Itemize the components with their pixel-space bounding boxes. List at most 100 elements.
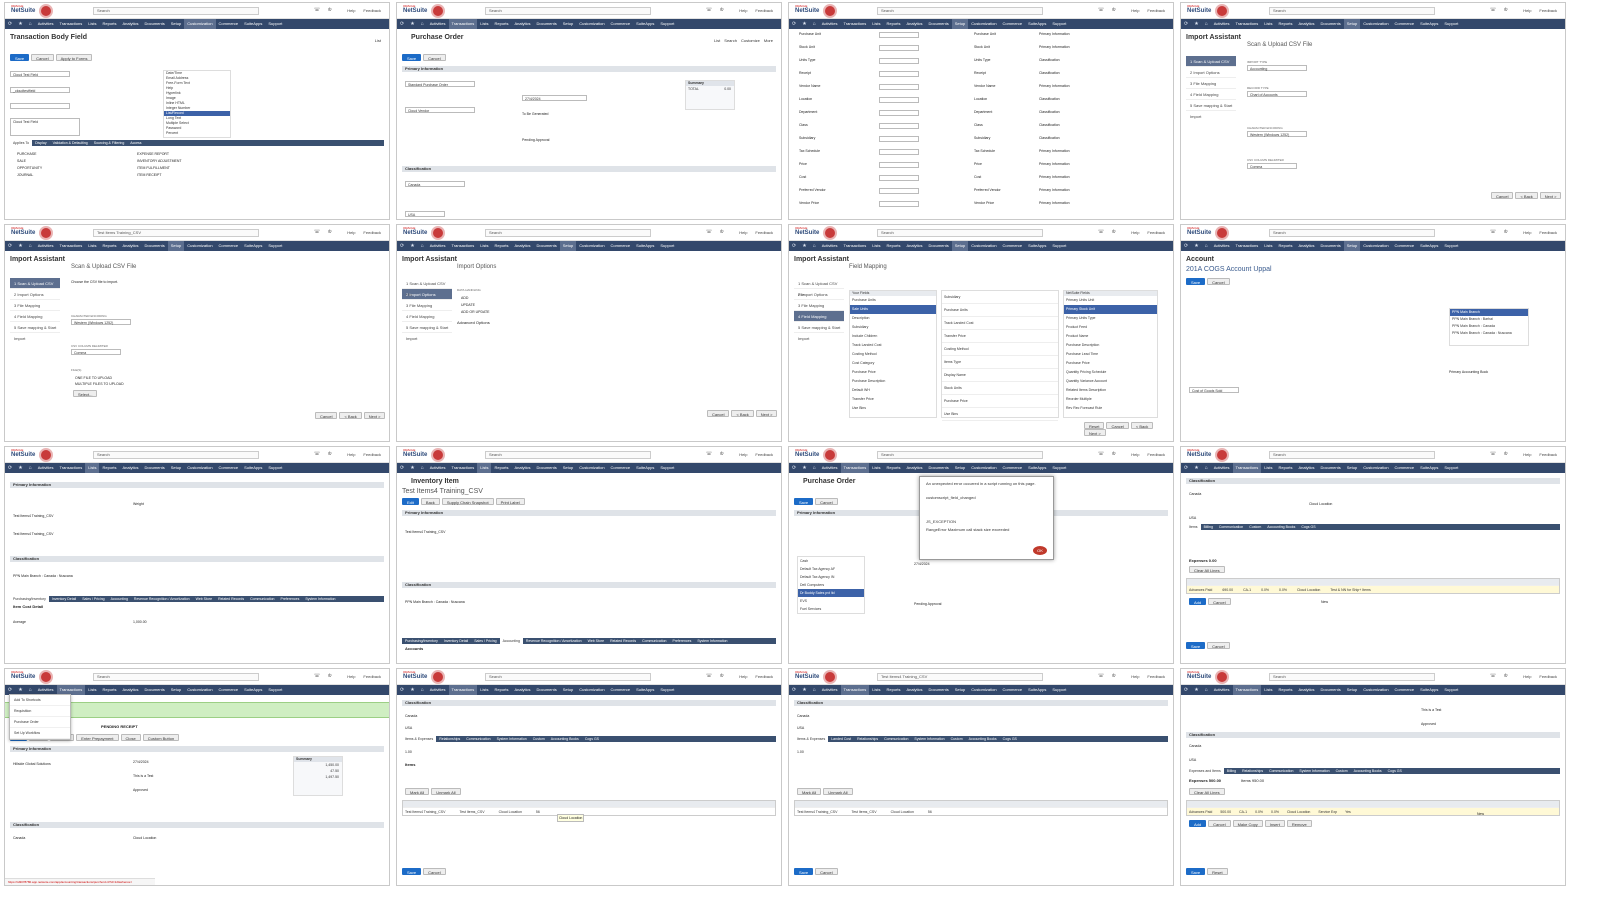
- nav-customization[interactable]: Customization: [184, 19, 216, 29]
- nav-setup[interactable]: Setup: [560, 463, 576, 473]
- subtab-4[interactable]: Access: [127, 140, 144, 146]
- field-input[interactable]: [10, 103, 70, 109]
- nav-customization[interactable]: Customization: [576, 685, 607, 695]
- cancel-line-button[interactable]: Cancel: [1208, 820, 1231, 827]
- subtab-0[interactable]: Items & Expenses: [402, 736, 437, 742]
- home-icon[interactable]: ⌂: [1202, 241, 1211, 251]
- cancel-button[interactable]: Cancel: [1106, 422, 1129, 429]
- mapped-field-row[interactable]: Transfer Price: [942, 330, 1058, 343]
- wizard-step-4[interactable]: 4 Field Mapping: [10, 311, 60, 322]
- cancel-button[interactable]: Cancel: [423, 868, 446, 875]
- field-select[interactable]: [879, 32, 919, 38]
- netsuite-logo[interactable]: ORACLE NetSuite: [11, 5, 35, 17]
- mark-all-button[interactable]: Mark All: [405, 788, 430, 795]
- nav-suiteapps[interactable]: SuiteApps: [1417, 463, 1441, 473]
- feedback-link[interactable]: Feedback: [363, 8, 381, 13]
- unmark-all-button[interactable]: Unmark All: [823, 788, 853, 795]
- applies-to-checkbox[interactable]: EXPENSE REPORT: [137, 152, 169, 156]
- help-link[interactable]: Help: [739, 452, 747, 457]
- nav-suiteapps[interactable]: SuiteApps: [1417, 19, 1441, 29]
- recent-records-icon[interactable]: ⟳: [397, 241, 407, 251]
- netsuite-field-item[interactable]: Quantity Pricing Schedule: [1064, 368, 1157, 377]
- recent-records-icon[interactable]: ⟳: [5, 19, 15, 29]
- field-input[interactable]: _cloudtestfield: [10, 87, 70, 93]
- nav-analytics[interactable]: Analytics: [120, 685, 142, 695]
- netsuite-logo[interactable]: ORACLE NetSuite: [795, 5, 819, 17]
- nav-customization[interactable]: Customization: [184, 463, 215, 473]
- feedback-link[interactable]: Feedback: [1147, 8, 1165, 13]
- nav-setup[interactable]: Setup: [168, 685, 184, 695]
- save-button[interactable]: Save: [402, 868, 422, 875]
- help-link[interactable]: Help: [739, 8, 747, 13]
- nav-activities[interactable]: Activities: [1211, 19, 1233, 29]
- add-line-button[interactable]: Add: [1189, 820, 1207, 827]
- recent-records-icon[interactable]: ⟳: [397, 685, 407, 695]
- global-search-input[interactable]: Search: [1269, 7, 1435, 15]
- cancel-button[interactable]: Cancel: [315, 412, 338, 419]
- subtab-3[interactable]: Accounting: [499, 638, 523, 644]
- field-input[interactable]: Canada: [405, 181, 465, 187]
- nav-commerce[interactable]: Commerce: [1000, 685, 1026, 695]
- nav-analytics[interactable]: Analytics: [904, 19, 926, 29]
- nav-documents[interactable]: Documents: [1318, 685, 1344, 695]
- nav-setup[interactable]: Setup: [560, 685, 576, 695]
- nav-support[interactable]: Support: [1441, 685, 1461, 695]
- nav-support[interactable]: Support: [1049, 19, 1069, 29]
- nav-reports[interactable]: Reports: [883, 19, 903, 29]
- nav-analytics[interactable]: Analytics: [512, 463, 534, 473]
- nav-activities[interactable]: Activities: [427, 463, 449, 473]
- nav-documents[interactable]: Documents: [534, 241, 560, 251]
- nav-transactions[interactable]: Transactions: [1232, 685, 1262, 695]
- netsuite-logo[interactable]: ORACLE NetSuite: [1187, 671, 1211, 683]
- your-field-item[interactable]: Transfer Price: [850, 395, 936, 404]
- item-row[interactable]: Test Items4 Training_CSV Test Items_CSV Cl…: [403, 807, 775, 815]
- nav-documents[interactable]: Documents: [142, 463, 168, 473]
- nav-reports[interactable]: Reports: [1275, 241, 1295, 251]
- feedback-link[interactable]: Feedback: [755, 674, 773, 679]
- field-input[interactable]: 27/4/2024: [522, 95, 587, 101]
- save-button[interactable]: Save: [794, 868, 814, 875]
- applies-to-checkbox[interactable]: INVENTORY ADJUSTMENT: [137, 159, 182, 163]
- nav-support[interactable]: Support: [657, 241, 677, 251]
- feedback-link[interactable]: Feedback: [755, 8, 773, 13]
- nav-setup[interactable]: Setup: [1344, 685, 1360, 695]
- expense-row[interactable]: Advances Paid 500.00 CA-1 0.0% 0.0% Cloud Loc…: [1187, 807, 1559, 815]
- recent-records-icon[interactable]: ⟳: [789, 241, 799, 251]
- advanced-options-toggle[interactable]: Advanced Options: [457, 320, 490, 325]
- subsidiary-multiselect[interactable]: PPN Main Branch PPN Main Branch : Barhai P…: [1449, 308, 1529, 346]
- feedback-link[interactable]: Feedback: [755, 452, 773, 457]
- nav-transactions[interactable]: Transactions: [57, 241, 86, 251]
- subtab-2[interactable]: Sales / Pricing: [79, 596, 107, 602]
- wizard-step-5[interactable]: 5 Save mapping & Start Import: [794, 322, 844, 341]
- mapped-field-row[interactable]: Purchase Units: [942, 304, 1058, 317]
- recent-records-icon[interactable]: ⟳: [397, 463, 407, 473]
- data-handling-option[interactable]: ADD OR UPDATE: [461, 310, 490, 314]
- nav-support[interactable]: Support: [1441, 241, 1461, 251]
- vendor-option[interactable]: Fuel Services: [798, 605, 864, 613]
- nav-customization[interactable]: Customization: [968, 463, 999, 473]
- nav-suiteapps[interactable]: SuiteApps: [241, 241, 265, 251]
- insert-button[interactable]: Insert: [1264, 820, 1285, 827]
- nav-analytics[interactable]: Analytics: [512, 19, 534, 29]
- nav-customization[interactable]: Customization: [576, 241, 607, 251]
- subtab-4[interactable]: System Information: [911, 736, 947, 742]
- cancel-button[interactable]: Cancel: [1491, 192, 1514, 199]
- subtab-3[interactable]: System Information: [494, 736, 530, 742]
- subsidiary-option[interactable]: PPN Main Branch: [1450, 309, 1528, 316]
- mapped-field-row[interactable]: Subsidiary: [942, 291, 1058, 304]
- netsuite-field-item[interactable]: Related Items Description: [1064, 386, 1157, 395]
- shortcut-menu-item[interactable]: Set Up Workflow: [10, 728, 70, 739]
- subtab-3[interactable]: Communication: [881, 736, 911, 742]
- mapped-field-row[interactable]: Costing Method: [942, 343, 1058, 356]
- make-copy-button[interactable]: Make Copy: [1232, 820, 1263, 827]
- applies-to-checkbox[interactable]: OPPORTUNITY: [17, 166, 42, 170]
- your-field-item[interactable]: Purchase Description: [850, 377, 936, 386]
- shortcuts-star-icon[interactable]: ★: [1191, 241, 1201, 251]
- mark-all-button[interactable]: Mark All: [797, 788, 822, 795]
- nav-suiteapps[interactable]: SuiteApps: [1025, 685, 1049, 695]
- feedback-link[interactable]: Feedback: [1539, 8, 1557, 13]
- field-input[interactable]: Accounting: [1247, 65, 1307, 71]
- recent-records-icon[interactable]: ⟳: [789, 463, 799, 473]
- link-more[interactable]: More: [764, 38, 773, 43]
- nav-lists[interactable]: Lists: [1261, 19, 1275, 29]
